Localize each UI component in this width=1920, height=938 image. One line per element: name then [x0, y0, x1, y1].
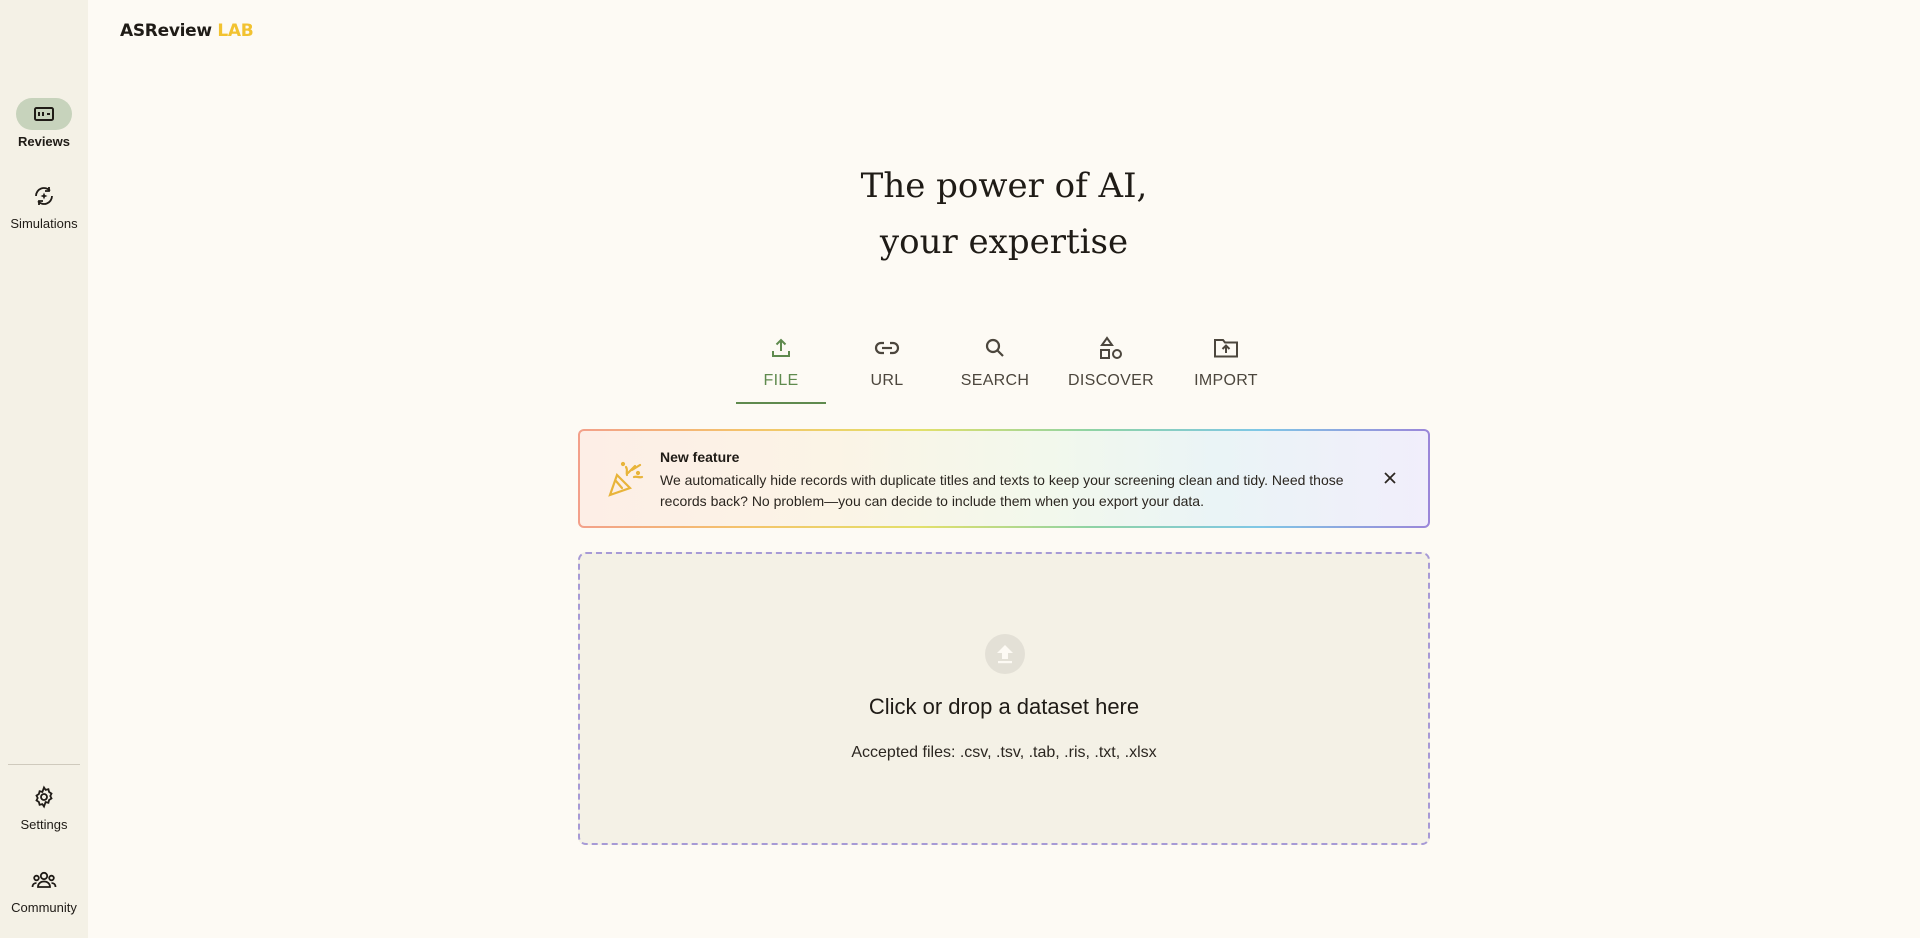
celebration-icon	[606, 461, 644, 504]
reviews-icon	[16, 98, 72, 130]
tab-import[interactable]: IMPORT	[1180, 326, 1272, 404]
tab-label: DISCOVER	[1068, 372, 1154, 389]
new-feature-banner: New feature We automatically hide record…	[578, 429, 1430, 528]
search-icon	[983, 334, 1007, 362]
sidebar-item-label: Simulations	[10, 216, 78, 231]
sidebar-item-settings[interactable]: Settings	[0, 781, 88, 832]
upload-circle-icon	[985, 634, 1025, 674]
community-icon	[16, 864, 72, 896]
upload-icon	[769, 334, 793, 362]
dataset-source-tabs: FILE URL SEARCH DISCOVER IMPORT	[736, 326, 1272, 406]
sidebar-item-community[interactable]: Community	[0, 864, 88, 915]
page-title-line-2: your expertise	[879, 222, 1129, 262]
folder-upload-icon	[1212, 334, 1240, 362]
dataset-dropzone[interactable]: Click or drop a dataset here Accepted fi…	[578, 552, 1430, 845]
banner-title: New feature	[660, 449, 740, 465]
dropzone-title: Click or drop a dataset here	[868, 694, 1140, 719]
tab-label: IMPORT	[1194, 372, 1258, 389]
link-icon	[873, 334, 901, 362]
sidebar-item-label: Reviews	[17, 134, 71, 149]
tab-label: SEARCH	[960, 372, 1030, 389]
sidebar-item-label: Settings	[20, 817, 68, 832]
page-title-line-1: The power of AI,	[860, 166, 1148, 206]
sidebar-item-reviews[interactable]: Reviews	[0, 98, 88, 149]
shapes-icon	[1098, 334, 1124, 362]
simulations-icon	[16, 180, 72, 212]
banner-content: New feature We automatically hide record…	[580, 431, 1428, 526]
tab-label: URL	[870, 372, 904, 389]
logo-brand: ASReview	[120, 21, 212, 41]
tab-discover[interactable]: DISCOVER	[1042, 326, 1180, 404]
sidebar-item-label: Community	[11, 900, 77, 915]
app-logo[interactable]: ASReview LAB	[120, 21, 254, 41]
close-icon[interactable]	[1380, 468, 1400, 488]
logo-lab: LAB	[217, 21, 254, 41]
tab-url[interactable]: URL	[826, 326, 948, 404]
page-title: The power of AI, your expertise	[88, 158, 1920, 270]
gear-icon	[16, 781, 72, 813]
tab-search[interactable]: SEARCH	[948, 326, 1042, 404]
tab-file[interactable]: FILE	[736, 326, 826, 404]
banner-text: We automatically hide records with dupli…	[660, 472, 1344, 509]
tab-indicator	[736, 402, 826, 404]
dropzone-subtitle: Accepted files: .csv, .tsv, .tab, .ris, …	[851, 744, 1157, 761]
sidebar-item-simulations[interactable]: Simulations	[0, 180, 88, 231]
sidebar-divider	[8, 764, 80, 765]
tab-label: FILE	[763, 372, 799, 389]
sidebar: Reviews Simulations Settings Community	[0, 0, 88, 938]
